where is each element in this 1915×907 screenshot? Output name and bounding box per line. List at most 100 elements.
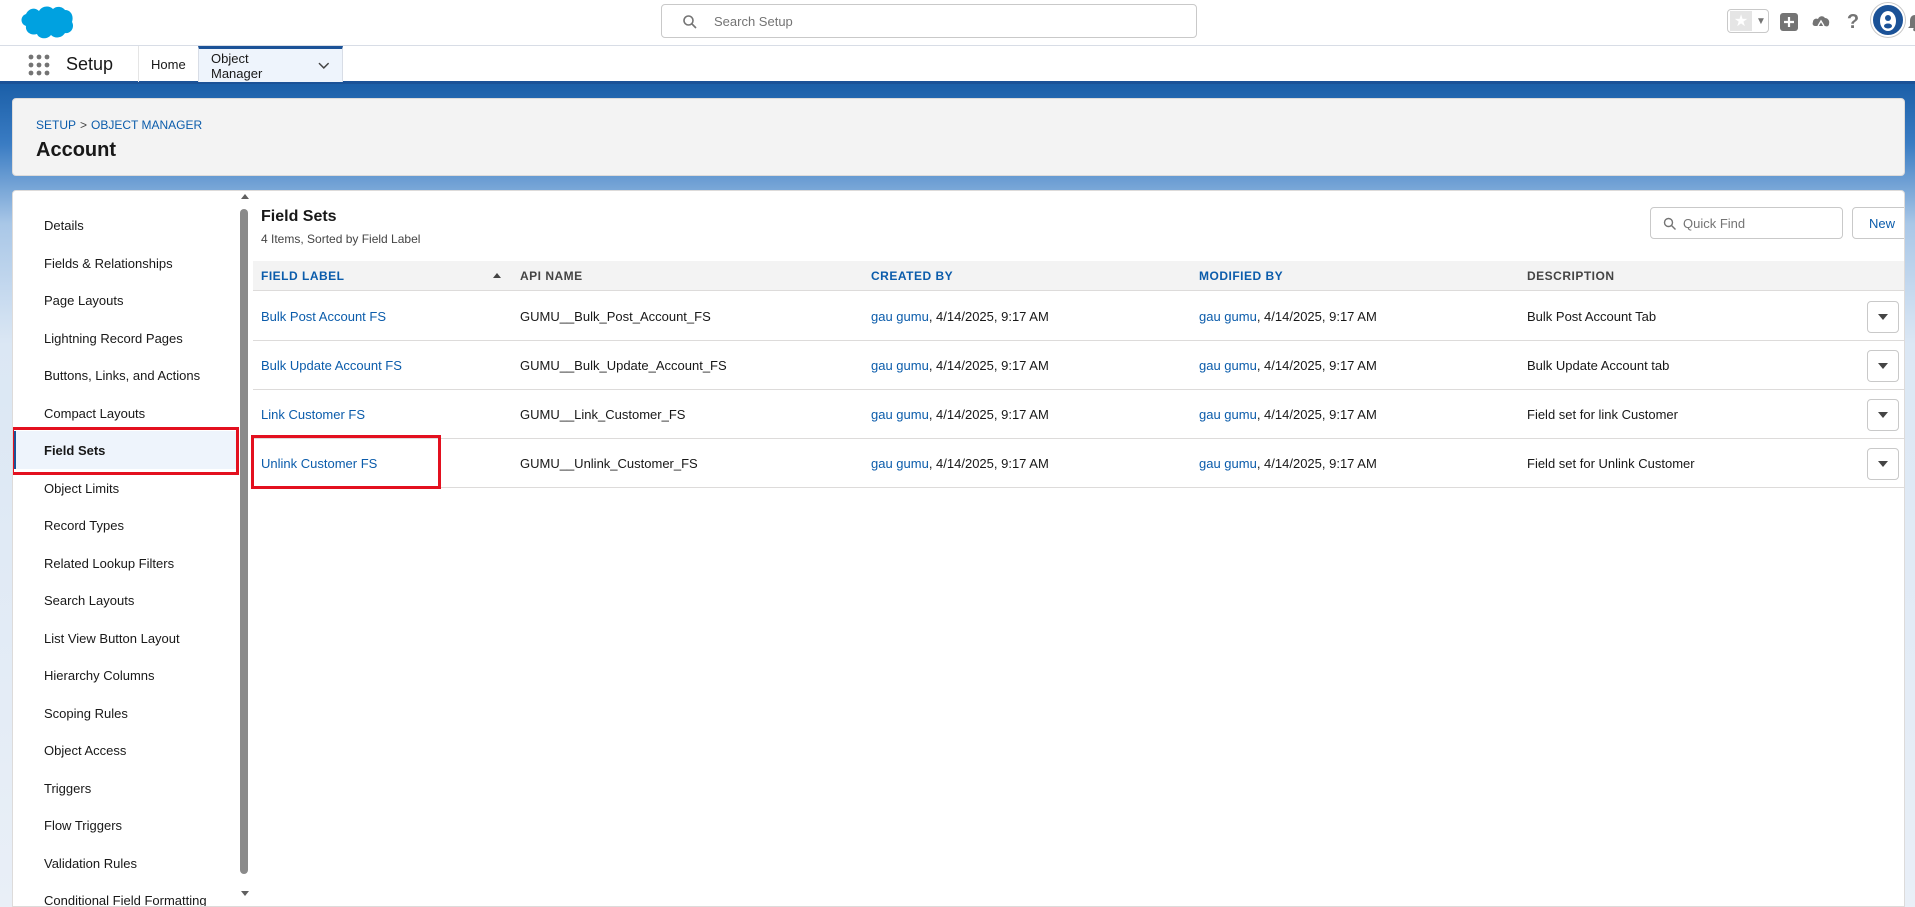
api-name-cell: GUMU__Link_Customer_FS xyxy=(520,407,686,422)
field-label-link[interactable]: Link Customer FS xyxy=(261,390,365,439)
tab-home[interactable]: Home xyxy=(138,46,198,82)
modified-by-cell: gau gumu, 4/14/2025, 9:17 AM xyxy=(1199,341,1377,390)
created-by-cell: gau gumu, 4/14/2025, 9:17 AM xyxy=(871,341,1049,390)
breadcrumb-setup[interactable]: SETUP xyxy=(36,118,76,132)
sidebar-item-scoping-rules[interactable]: Scoping Rules xyxy=(13,694,238,732)
page-title: Account xyxy=(36,139,116,161)
modified-by-user-link[interactable]: gau gumu xyxy=(1199,358,1257,373)
tab-object-manager-label: Object Manager xyxy=(211,50,263,81)
sidebar-item-object-limits[interactable]: Object Limits xyxy=(13,469,238,507)
app-launcher-icon[interactable] xyxy=(28,54,50,76)
modified-by-cell: gau gumu, 4/14/2025, 9:17 AM xyxy=(1199,439,1377,488)
table-row: Unlink Customer FS GUMU__Unlink_Customer… xyxy=(253,439,1904,488)
new-button[interactable]: New xyxy=(1852,207,1904,239)
global-header: Search Setup ★ ▼ ? xyxy=(0,0,1915,46)
column-header-api-name: API NAME xyxy=(520,269,583,283)
api-name-cell: GUMU__Unlink_Customer_FS xyxy=(520,456,698,471)
api-name-cell: GUMU__Bulk_Update_Account_FS xyxy=(520,358,727,373)
sidebar-item-label: Field Sets xyxy=(44,442,106,458)
row-actions-button[interactable] xyxy=(1867,350,1899,382)
help-icon[interactable]: ? xyxy=(1841,10,1865,34)
sidebar-item-label: Compact Layouts xyxy=(44,405,146,421)
modified-by-date: , 4/14/2025, 9:17 AM xyxy=(1256,309,1377,324)
modified-by-date: , 4/14/2025, 9:17 AM xyxy=(1256,456,1377,471)
modified-by-cell: gau gumu, 4/14/2025, 9:17 AM xyxy=(1199,292,1377,341)
sidebar-item-validation-rules[interactable]: Validation Rules xyxy=(13,844,238,882)
favorites-star-icon[interactable]: ★ xyxy=(1730,11,1752,31)
field-label-link[interactable]: Bulk Update Account FS xyxy=(261,341,402,390)
row-actions-button[interactable] xyxy=(1867,301,1899,333)
sidebar-item-page-layouts[interactable]: Page Layouts xyxy=(13,281,238,319)
created-by-user-link[interactable]: gau gumu xyxy=(871,358,929,373)
main-card: Details Fields & Relationships Page Layo… xyxy=(12,190,1905,907)
created-by-user-link[interactable]: gau gumu xyxy=(871,309,929,324)
sidebar-item-label: Flow Triggers xyxy=(44,817,123,833)
search-setup-box[interactable]: Search Setup xyxy=(661,4,1197,38)
sidebar-item-label: Hierarchy Columns xyxy=(44,667,155,683)
content-subtitle: 4 Items, Sorted by Field Label xyxy=(261,232,421,246)
created-by-date: , 4/14/2025, 9:17 AM xyxy=(928,358,1049,373)
sidebar-item-flow-triggers[interactable]: Flow Triggers xyxy=(13,806,238,844)
scrollbar-thumb[interactable] xyxy=(240,209,248,874)
scroll-down-arrow-icon[interactable] xyxy=(241,891,249,896)
sidebar-item-compact-layouts[interactable]: Compact Layouts xyxy=(13,394,238,432)
modified-by-user-link[interactable]: gau gumu xyxy=(1199,456,1257,471)
search-placeholder: Search Setup xyxy=(714,14,793,29)
table-row: Bulk Post Account FS GUMU__Bulk_Post_Acc… xyxy=(253,292,1904,341)
user-avatar-icon[interactable] xyxy=(1871,3,1905,37)
description-cell: Bulk Post Account Tab xyxy=(1527,309,1657,324)
column-header-field-label[interactable]: FIELD LABEL xyxy=(261,261,345,291)
created-by-cell: gau gumu, 4/14/2025, 9:17 AM xyxy=(871,439,1049,488)
column-header-modified-by[interactable]: MODIFIED BY xyxy=(1199,261,1283,291)
field-label-link[interactable]: Bulk Post Account FS xyxy=(261,292,386,341)
sidebar-item-list-view-button-layout[interactable]: List View Button Layout xyxy=(13,619,238,657)
column-header-created-by[interactable]: CREATED BY xyxy=(871,261,953,291)
sidebar-item-record-types[interactable]: Record Types xyxy=(13,506,238,544)
sidebar-item-label: Details xyxy=(44,217,84,233)
add-icon[interactable] xyxy=(1777,10,1801,34)
chevron-down-icon xyxy=(1878,314,1888,320)
quick-find-input[interactable] xyxy=(1683,214,1833,232)
trailhead-icon[interactable] xyxy=(1809,10,1833,34)
sidebar-item-search-layouts[interactable]: Search Layouts xyxy=(13,581,238,619)
object-sidebar: Details Fields & Relationships Page Layo… xyxy=(13,191,238,907)
sidebar-item-label: Page Layouts xyxy=(44,292,124,308)
sidebar-item-triggers[interactable]: Triggers xyxy=(13,769,238,807)
row-actions-button[interactable] xyxy=(1867,448,1899,480)
context-bar: Setup Home Object Manager xyxy=(0,46,1915,84)
modified-by-user-link[interactable]: gau gumu xyxy=(1199,407,1257,422)
sidebar-item-label: Triggers xyxy=(44,780,92,796)
favorites-button[interactable]: ★ ▼ xyxy=(1727,9,1769,33)
field-label-link[interactable]: Unlink Customer FS xyxy=(261,439,377,488)
sidebar-item-details[interactable]: Details xyxy=(13,206,238,244)
sidebar-item-conditional-field-formatting[interactable]: Conditional Field Formatting xyxy=(13,881,238,907)
breadcrumb-object-manager[interactable]: OBJECT MANAGER xyxy=(91,118,202,132)
sort-ascending-icon[interactable] xyxy=(493,273,501,278)
sidebar-item-hierarchy-columns[interactable]: Hierarchy Columns xyxy=(13,656,238,694)
sidebar-item-field-sets[interactable]: Field Sets xyxy=(13,431,238,469)
modified-by-date: , 4/14/2025, 9:17 AM xyxy=(1256,358,1377,373)
scroll-up-arrow-icon[interactable] xyxy=(241,194,249,199)
tab-object-manager[interactable]: Object Manager xyxy=(198,46,343,82)
sidebar-item-fields-relationships[interactable]: Fields & Relationships xyxy=(13,244,238,282)
sidebar-item-related-lookup-filters[interactable]: Related Lookup Filters xyxy=(13,544,238,582)
chevron-down-icon[interactable] xyxy=(318,62,330,70)
quick-find-box[interactable] xyxy=(1650,207,1843,239)
table-header: FIELD LABEL API NAME CREATED BY MODIFIED… xyxy=(253,261,1904,291)
created-by-user-link[interactable]: gau gumu xyxy=(871,407,929,422)
row-actions-button[interactable] xyxy=(1867,399,1899,431)
content-title: Field Sets xyxy=(261,208,337,225)
sidebar-item-buttons-links-actions[interactable]: Buttons, Links, and Actions xyxy=(13,356,238,394)
sidebar-item-lightning-record-pages[interactable]: Lightning Record Pages xyxy=(13,319,238,357)
sidebar-item-label: Buttons, Links, and Actions xyxy=(44,367,201,383)
chevron-down-icon xyxy=(1878,412,1888,418)
created-by-date: , 4/14/2025, 9:17 AM xyxy=(928,407,1049,422)
modified-by-user-link[interactable]: gau gumu xyxy=(1199,309,1257,324)
tab-home-label: Home xyxy=(151,56,186,72)
created-by-user-link[interactable]: gau gumu xyxy=(871,456,929,471)
chevron-down-icon xyxy=(1878,363,1888,369)
favorites-dropdown-icon[interactable]: ▼ xyxy=(1754,11,1768,31)
sidebar-scrollbar[interactable] xyxy=(239,191,251,906)
sidebar-item-object-access[interactable]: Object Access xyxy=(13,731,238,769)
salesforce-logo[interactable] xyxy=(14,3,74,43)
